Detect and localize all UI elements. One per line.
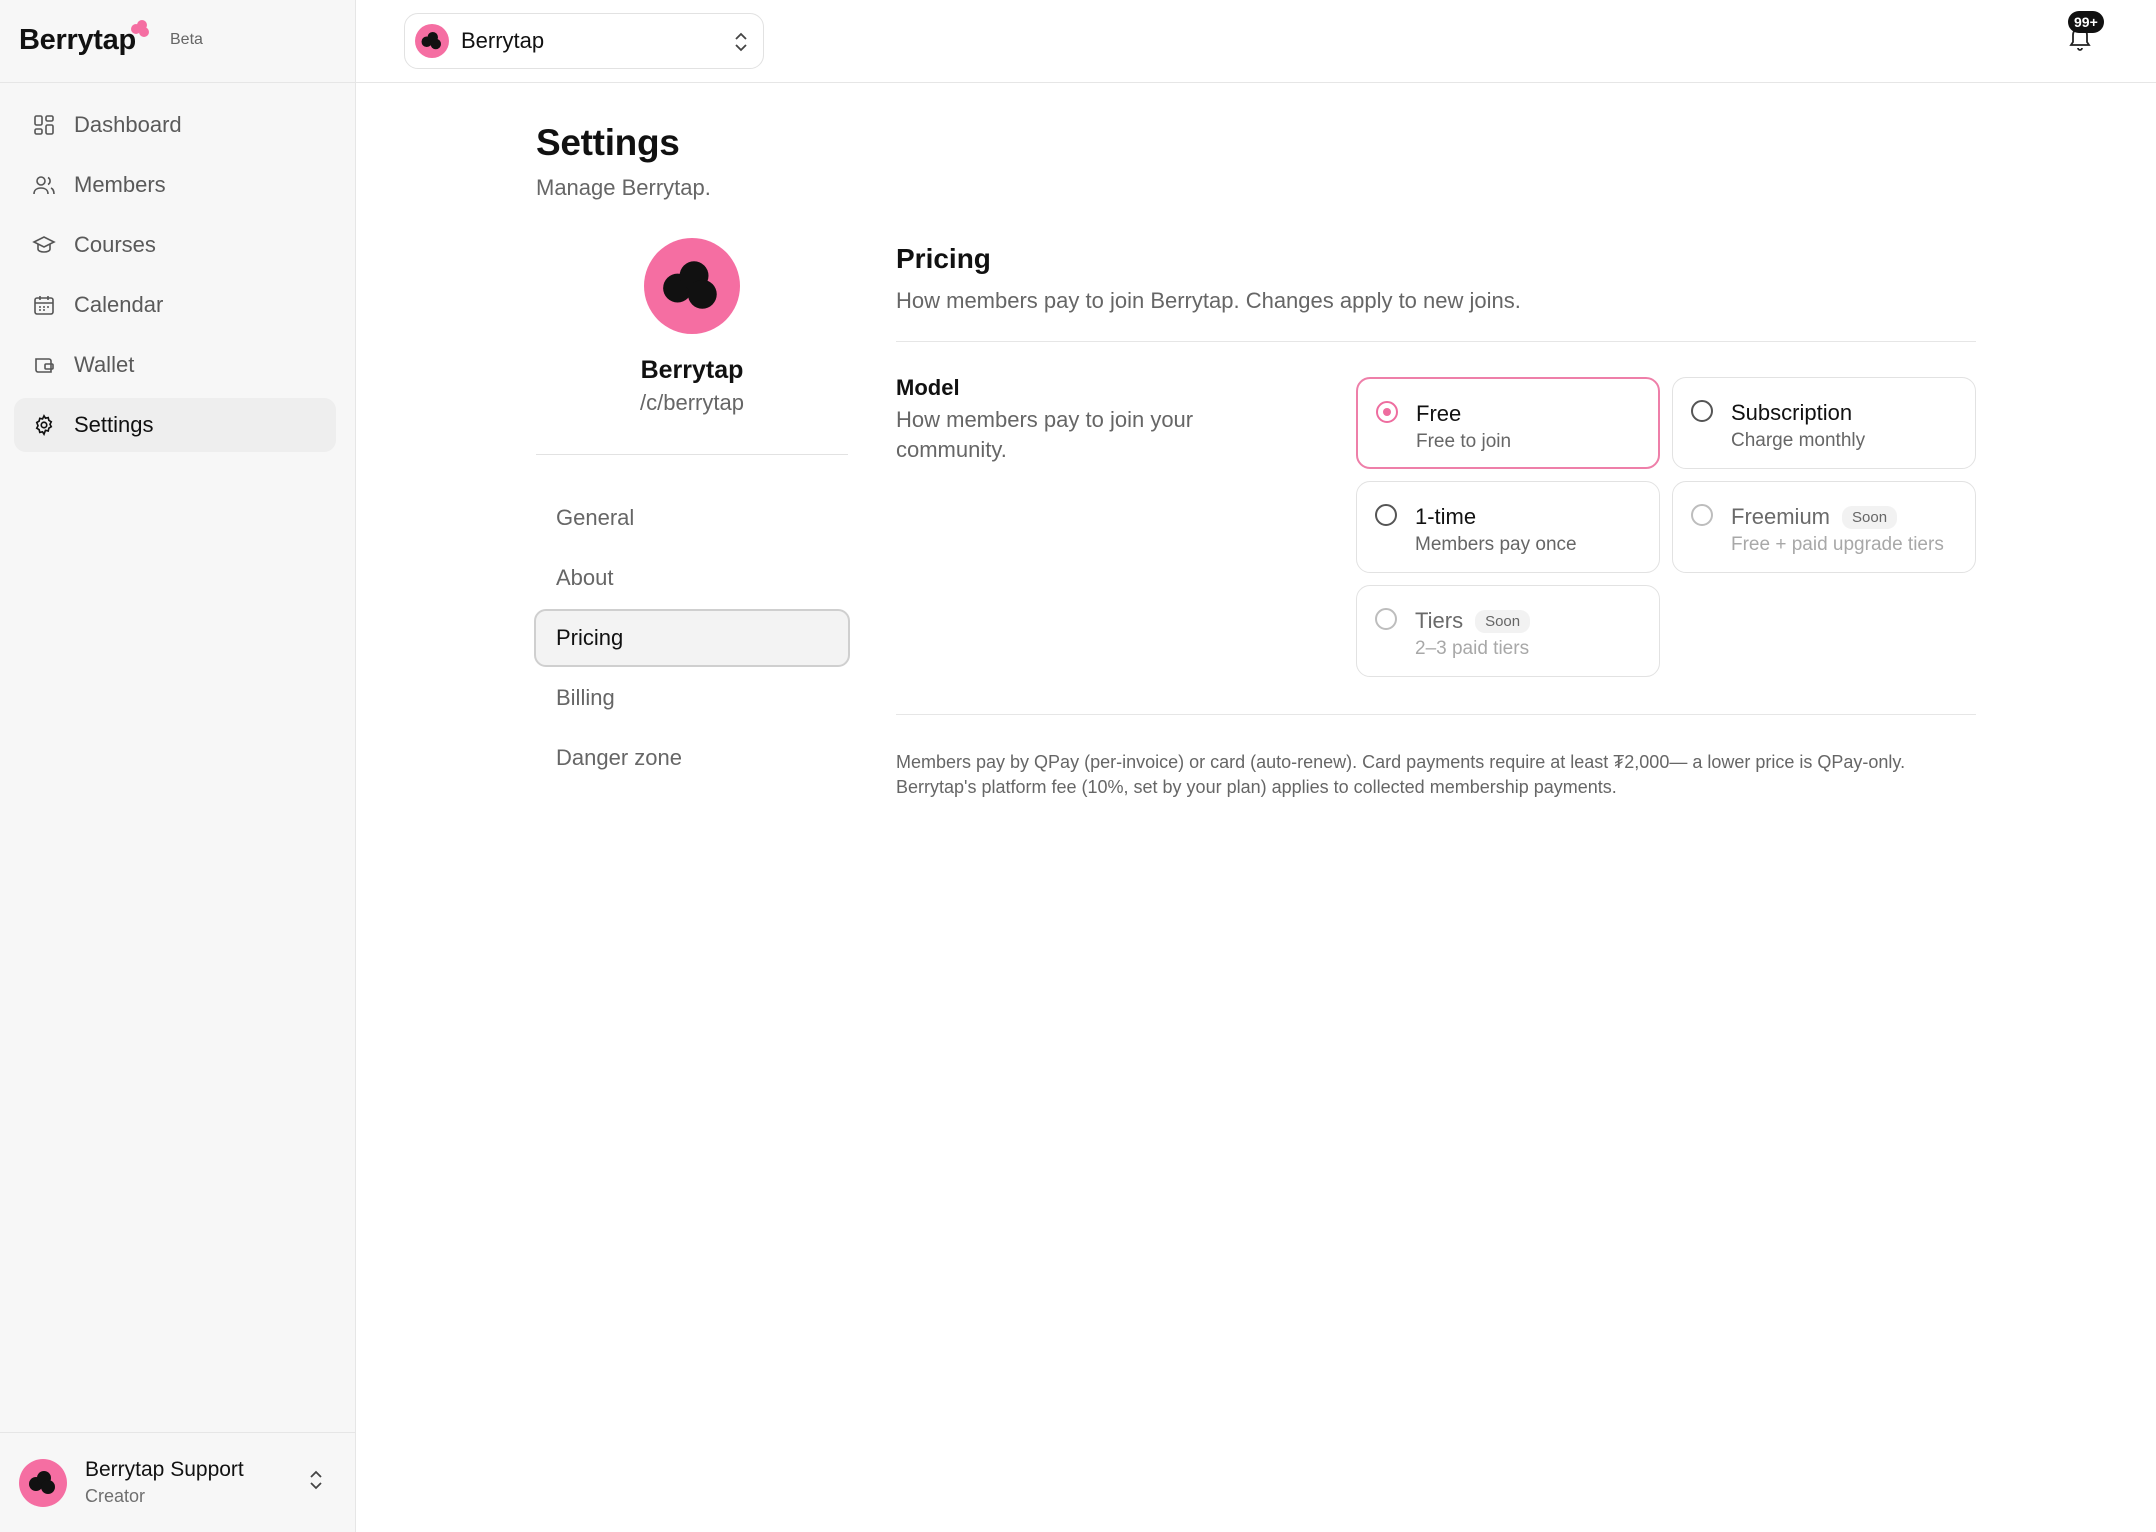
option-subscription[interactable]: Subscription Charge monthly	[1672, 377, 1976, 469]
option-description: Free + paid upgrade tiers	[1731, 534, 1944, 555]
user-name: Berrytap Support	[85, 1458, 244, 1481]
notification-badge: 99+	[2068, 11, 2104, 33]
community-name: Berrytap	[461, 28, 545, 53]
radio-selected[interactable]	[1376, 401, 1398, 423]
grid-icon	[32, 113, 56, 137]
model-description: How members pay to join your community.	[896, 407, 1194, 462]
option-title-text: Tiers	[1415, 608, 1464, 633]
divider	[896, 714, 1976, 715]
subnav-item-billing[interactable]: Billing	[534, 669, 850, 727]
app-root: Berrytap Beta Dashboard Members Courses …	[0, 0, 2156, 1532]
sidebar-item-dashboard[interactable]: Dashboard	[14, 98, 336, 152]
option-free[interactable]: Free Free to join	[1356, 377, 1660, 469]
sidebar-item-members[interactable]: Members	[14, 158, 336, 212]
community-handle: /c/berrytap	[640, 390, 744, 415]
subnav-item-danger-zone[interactable]: Danger zone	[534, 729, 850, 787]
user-role: Creator	[85, 1486, 146, 1506]
radio-disabled	[1375, 608, 1397, 630]
sidebar-item-courses[interactable]: Courses	[14, 218, 336, 272]
divider	[896, 341, 1976, 342]
subnav-item-about[interactable]: About	[534, 549, 850, 607]
option-description: Free to join	[1416, 431, 1512, 452]
sidebar-item-label: Wallet	[74, 352, 135, 377]
soon-badge: Soon	[1475, 609, 1531, 633]
chevron-up-down-icon	[308, 1469, 324, 1496]
beta-badge: Beta	[170, 31, 203, 48]
graduation-cap-icon	[32, 233, 56, 257]
sidebar-item-label: Calendar	[74, 292, 164, 317]
option-title: Subscription	[1731, 400, 1852, 426]
sidebar: Berrytap Beta Dashboard Members Courses …	[0, 0, 356, 1532]
sidebar-nav: Dashboard Members Courses Calendar Walle…	[14, 98, 336, 458]
option-title-text: 1-time	[1415, 504, 1477, 529]
settings-subnav: General About Pricing Billing Danger zon…	[534, 489, 850, 789]
radio[interactable]	[1691, 400, 1713, 422]
sidebar-item-label: Dashboard	[74, 112, 182, 137]
option-title: Tiers Soon	[1415, 608, 1531, 634]
sidebar-item-wallet[interactable]: Wallet	[14, 338, 336, 392]
subnav-item-general[interactable]: General	[534, 489, 850, 547]
brand-header: Berrytap Beta	[0, 0, 355, 83]
option-title: Free	[1416, 401, 1461, 427]
subnav-item-pricing[interactable]: Pricing	[534, 609, 850, 667]
option-description: 2–3 paid tiers	[1415, 638, 1530, 659]
option-title: Freemium Soon	[1731, 504, 1898, 530]
option-title: 1-time	[1415, 504, 1476, 530]
gear-icon	[32, 413, 56, 437]
community-avatar-large	[644, 238, 740, 334]
berry-logo-icon	[130, 20, 152, 45]
pricing-footnote: Members pay by QPay (per-invoice) or car…	[896, 752, 1906, 797]
avatar	[19, 1458, 67, 1507]
option-one-time[interactable]: 1-time Members pay once	[1356, 481, 1660, 573]
option-title-text: Freemium	[1731, 504, 1831, 529]
calendar-icon	[32, 293, 56, 317]
section-title: Pricing	[896, 243, 991, 274]
chevron-up-down-icon	[733, 31, 749, 58]
divider	[536, 454, 848, 455]
soon-badge: Soon	[1842, 505, 1898, 529]
sidebar-item-label: Courses	[74, 232, 156, 257]
page-title: Settings	[536, 122, 680, 163]
sidebar-item-label: Members	[74, 172, 166, 197]
page-subtitle: Manage Berrytap.	[536, 175, 711, 200]
brand-logo-text[interactable]: Berrytap	[19, 24, 136, 57]
users-icon	[32, 173, 56, 197]
sidebar-item-label: Settings	[74, 412, 154, 437]
option-title-text: Free	[1416, 401, 1462, 426]
user-info: Berrytap Support Creator	[85, 1458, 244, 1507]
option-tiers: Tiers Soon 2–3 paid tiers	[1356, 585, 1660, 677]
radio[interactable]	[1375, 504, 1397, 526]
radio-disabled	[1691, 504, 1713, 526]
option-freemium: Freemium Soon Free + paid upgrade tiers	[1672, 481, 1976, 573]
option-title-text: Subscription	[1731, 400, 1853, 425]
model-label: Model	[896, 375, 960, 400]
community-avatar	[415, 24, 449, 58]
sidebar-item-calendar[interactable]: Calendar	[14, 278, 336, 332]
topbar: Berrytap 99+	[356, 0, 2156, 83]
sidebar-item-settings[interactable]: Settings	[14, 398, 336, 452]
section-subtitle: How members pay to join Berrytap. Change…	[896, 288, 1521, 313]
option-description: Charge monthly	[1731, 430, 1866, 451]
community-switcher[interactable]: Berrytap	[404, 13, 764, 69]
community-title: Berrytap	[640, 356, 744, 384]
wallet-icon	[32, 353, 56, 377]
option-description: Members pay once	[1415, 534, 1577, 555]
user-menu[interactable]: Berrytap Support Creator	[0, 1432, 355, 1532]
